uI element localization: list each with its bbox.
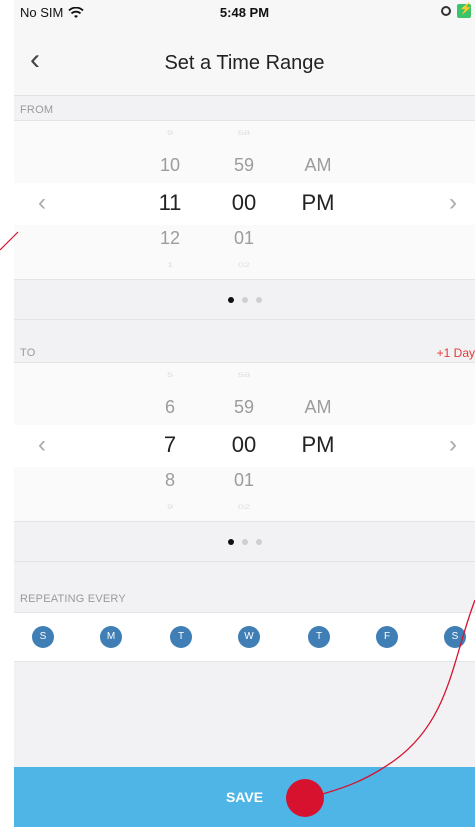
day-toggle-tuesday[interactable]: T bbox=[170, 626, 192, 648]
to-hour-item[interactable]: 9 bbox=[140, 503, 200, 510]
repeat-label: REPEATING EVERY bbox=[20, 593, 126, 605]
status-time: 5:48 PM bbox=[219, 5, 270, 20]
from-ampm-item[interactable]: AM bbox=[288, 155, 348, 176]
from-minute-item[interactable]: 02 bbox=[214, 261, 274, 268]
from-hour-item[interactable]: 10 bbox=[140, 155, 200, 176]
next-chevron-icon[interactable]: › bbox=[449, 431, 457, 459]
from-time-picker[interactable]: ‹ › 9 10 11 12 1 58 59 00 01 02 AM PM bbox=[14, 120, 475, 280]
to-minute-item[interactable]: 59 bbox=[214, 397, 274, 418]
from-hour-item[interactable]: 1 bbox=[140, 261, 200, 268]
from-page-indicator bbox=[14, 280, 475, 320]
from-minute-selected[interactable]: 00 bbox=[214, 190, 274, 216]
rotation-lock-icon bbox=[441, 6, 451, 16]
day-toggle-monday[interactable]: M bbox=[100, 626, 122, 648]
from-hour-item[interactable]: 12 bbox=[140, 228, 200, 249]
page-title: Set a Time Range bbox=[164, 52, 325, 74]
next-chevron-icon[interactable]: › bbox=[449, 189, 457, 217]
prev-chevron-icon[interactable]: ‹ bbox=[38, 431, 46, 459]
from-minute-item[interactable]: 59 bbox=[214, 155, 274, 176]
to-hour-item[interactable]: 8 bbox=[140, 470, 200, 491]
from-hour-item[interactable]: 9 bbox=[140, 129, 200, 136]
to-minute-item[interactable]: 58 bbox=[214, 371, 274, 378]
day-toggle-saturday[interactable]: S bbox=[444, 626, 466, 648]
to-minute-item[interactable]: 01 bbox=[214, 470, 274, 491]
day-toggle-sunday[interactable]: S bbox=[32, 626, 54, 648]
to-ampm-item[interactable]: AM bbox=[288, 397, 348, 418]
to-minute-item[interactable]: 02 bbox=[214, 503, 274, 510]
from-hour-selected[interactable]: 11 bbox=[140, 190, 200, 216]
app-frame: No SIM 5:48 PM ‹ Set a Time Range FROM ‹… bbox=[14, 0, 475, 827]
battery-icon bbox=[457, 2, 473, 18]
navigation-bar: ‹ Set a Time Range bbox=[14, 26, 475, 96]
page-dot bbox=[241, 538, 248, 545]
save-button[interactable]: SAVE bbox=[14, 767, 475, 827]
status-bar: No SIM 5:48 PM bbox=[14, 0, 475, 26]
status-right bbox=[441, 2, 473, 18]
day-toggle-thursday[interactable]: T bbox=[308, 626, 330, 648]
weekday-selector: S M T W T F S bbox=[14, 612, 475, 662]
to-hour-selected[interactable]: 7 bbox=[140, 432, 200, 458]
to-hour-item[interactable]: 5 bbox=[140, 371, 200, 378]
to-page-indicator bbox=[14, 522, 475, 562]
next-day-indicator: +1 Day bbox=[436, 346, 475, 360]
page-dot bbox=[255, 296, 262, 303]
to-hour-item[interactable]: 6 bbox=[140, 397, 200, 418]
from-label: FROM bbox=[20, 104, 54, 116]
day-toggle-wednesday[interactable]: W bbox=[238, 626, 260, 648]
prev-chevron-icon[interactable]: ‹ bbox=[38, 189, 46, 217]
from-minute-item[interactable]: 58 bbox=[214, 129, 274, 136]
to-label: TO bbox=[20, 347, 36, 359]
from-ampm-selected[interactable]: PM bbox=[288, 190, 348, 216]
page-dot-active bbox=[227, 538, 234, 545]
to-time-picker[interactable]: ‹ › 5 6 7 8 9 58 59 00 01 02 AM PM bbox=[14, 362, 475, 522]
page-dot-active bbox=[227, 296, 234, 303]
from-minute-item[interactable]: 01 bbox=[214, 228, 274, 249]
to-ampm-selected[interactable]: PM bbox=[288, 432, 348, 458]
page-dot bbox=[255, 538, 262, 545]
page-dot bbox=[241, 296, 248, 303]
day-toggle-friday[interactable]: F bbox=[376, 626, 398, 648]
to-minute-selected[interactable]: 00 bbox=[214, 432, 274, 458]
